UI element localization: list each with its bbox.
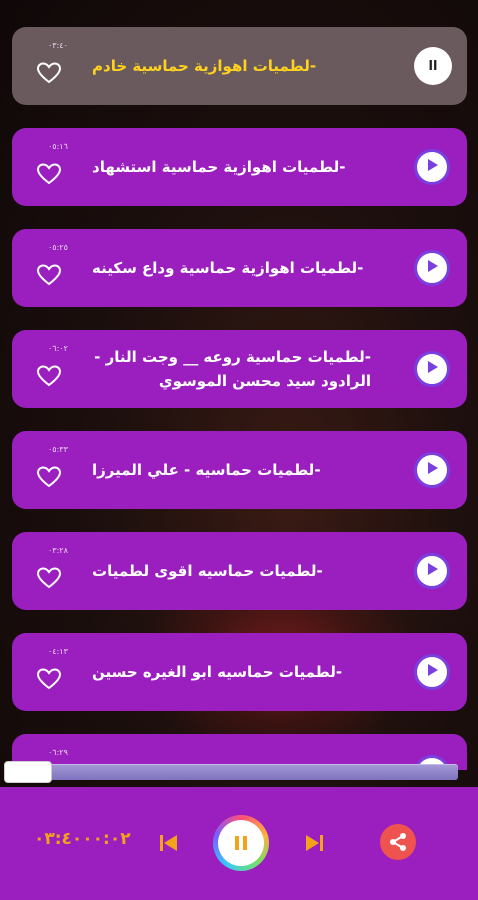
- track-duration: ٠٥:١٦: [48, 142, 68, 151]
- track-duration: ٠٣:٤٠: [48, 41, 68, 50]
- seek-track[interactable]: [40, 764, 458, 780]
- play-icon: [424, 460, 440, 480]
- pause-icon: [218, 820, 264, 866]
- track-item[interactable]: ٠٦:٠٢ -لطميات حماسية روعه __ وجت النار - …: [12, 330, 467, 408]
- track-item[interactable]: ٠٥:١٦ -لطميات اهوازية حماسية استشهاد: [12, 128, 467, 206]
- track-title: -لطميات حماسية روعه __ وجت النار - الراد…: [94, 348, 371, 390]
- heart-icon[interactable]: [36, 667, 62, 691]
- heart-icon[interactable]: [36, 61, 62, 85]
- track-title: -لطميات اهوازية حماسية استشهاد: [92, 158, 346, 176]
- track-item[interactable]: ٠٥:٢٥ -لطميات اهوازية حماسية وداع سكينه: [12, 229, 467, 307]
- heart-icon[interactable]: [36, 263, 62, 287]
- play-icon: [424, 662, 440, 682]
- play-icon: [424, 359, 440, 379]
- track-title: -لطميات اهوازية حماسية وداع سكينه: [92, 259, 364, 277]
- play-button[interactable]: [414, 149, 450, 185]
- heart-icon[interactable]: [36, 465, 62, 489]
- play-icon: [424, 157, 440, 177]
- play-button[interactable]: [414, 250, 450, 286]
- play-icon: [424, 561, 440, 581]
- skip-previous-icon[interactable]: [157, 832, 181, 854]
- pause-indicator-icon: ll: [428, 58, 438, 74]
- track-duration: ٠٤:١٣: [48, 647, 68, 656]
- track-item[interactable]: ٠٥:٣٣ -لطميات حماسيه - علي الميرزا: [12, 431, 467, 509]
- heart-icon[interactable]: [36, 566, 62, 590]
- heart-icon[interactable]: [36, 364, 62, 388]
- share-icon: [390, 833, 406, 851]
- share-button[interactable]: [380, 824, 416, 860]
- track-item[interactable]: ٠٣:٤٠ -لطميات اهوازية حماسية خادم ll: [12, 27, 467, 105]
- track-duration: ٠٥:٣٣: [48, 445, 68, 454]
- track-title: -لطميات اهوازية حماسية خادم: [92, 57, 317, 75]
- track-item[interactable]: ٠٤:١٣ -لطميات حماسيه ابو الغيره حسين: [12, 633, 467, 711]
- track-item[interactable]: ٠٣:٢٨ -لطميات حماسيه اقوى لطميات: [12, 532, 467, 610]
- play-button[interactable]: [414, 452, 450, 488]
- player-bar: ٠٣:٤٠٠٠:٠٢: [0, 787, 478, 900]
- time-readout: ٠٣:٤٠٠٠:٠٢: [34, 829, 131, 849]
- play-button[interactable]: [414, 654, 450, 690]
- pause-button[interactable]: [213, 815, 269, 871]
- track-title: -لطميات حماسيه - علي الميرزا: [92, 461, 321, 479]
- track-duration: ٠٣:٢٨: [48, 546, 68, 555]
- heart-icon[interactable]: [36, 162, 62, 186]
- play-button[interactable]: [414, 351, 450, 387]
- seek-bar[interactable]: [0, 757, 478, 787]
- track-duration: ٠٥:٢٥: [48, 243, 68, 252]
- play-button[interactable]: [414, 553, 450, 589]
- now-playing-indicator[interactable]: ll: [414, 47, 452, 85]
- track-title: -لطميات حماسيه اقوى لطميات: [92, 562, 323, 580]
- play-icon: [424, 258, 440, 278]
- track-list[interactable]: ٠٣:٤٠ -لطميات اهوازية حماسية خادم ll ٠٥:١٦ -…: [0, 0, 478, 770]
- track-title: -لطميات حماسيه ابو الغيره حسين: [92, 663, 343, 681]
- skip-next-icon[interactable]: [302, 832, 326, 854]
- track-duration: ٠٦:٢٩: [48, 748, 68, 757]
- seek-thumb[interactable]: [4, 761, 52, 783]
- track-duration: ٠٦:٠٢: [48, 344, 68, 353]
